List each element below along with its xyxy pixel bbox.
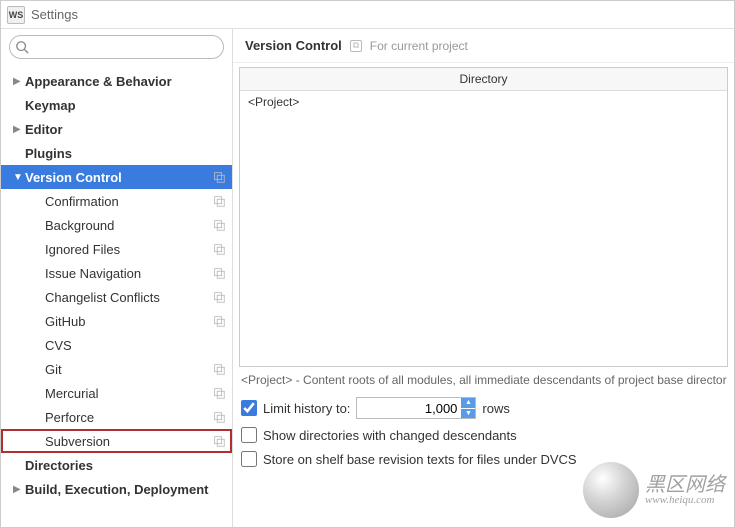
tree-item-label: Editor	[25, 122, 226, 137]
spinner-up-icon[interactable]: ▲	[461, 398, 475, 409]
copy-icon	[212, 386, 226, 400]
copy-icon	[212, 434, 226, 448]
tree-item-label: Changelist Conflicts	[45, 290, 212, 305]
settings-tree: ▶Appearance & BehaviorKeymap▶EditorPlugi…	[1, 65, 232, 527]
tree-item-build-execution-deployment[interactable]: ▶Build, Execution, Deployment	[1, 477, 232, 501]
tree-item-label: Build, Execution, Deployment	[25, 482, 226, 497]
scope-icon: ⧉	[350, 40, 362, 52]
chevron-right-icon: ▶	[13, 76, 25, 87]
tree-item-subversion[interactable]: Subversion	[1, 429, 232, 453]
copy-icon	[212, 194, 226, 208]
tree-item-editor[interactable]: ▶Editor	[1, 117, 232, 141]
chevron-down-icon: ▼	[13, 172, 25, 183]
show-dirs-label: Show directories with changed descendant…	[263, 428, 517, 443]
tree-item-issue-navigation[interactable]: Issue Navigation	[1, 261, 232, 285]
tree-item-label: Subversion	[45, 434, 212, 449]
show-dirs-checkbox[interactable]	[241, 427, 257, 443]
search-icon	[15, 40, 29, 54]
chevron-right-icon: ▶	[13, 484, 25, 495]
copy-icon	[212, 290, 226, 304]
tree-item-label: Version Control	[25, 170, 212, 185]
tree-item-perforce[interactable]: Perforce	[1, 405, 232, 429]
sidebar: ▶Appearance & BehaviorKeymap▶EditorPlugi…	[1, 29, 233, 527]
titlebar: WS Settings	[1, 1, 734, 29]
tree-item-confirmation[interactable]: Confirmation	[1, 189, 232, 213]
limit-history-checkbox[interactable]	[241, 400, 257, 416]
tree-item-ignored-files[interactable]: Ignored Files	[1, 237, 232, 261]
tree-item-background[interactable]: Background	[1, 213, 232, 237]
spinner-buttons[interactable]: ▲▼	[461, 398, 475, 418]
tree-item-label: Issue Navigation	[45, 266, 212, 281]
tree-item-directories[interactable]: Directories	[1, 453, 232, 477]
scope-label: For current project	[370, 39, 468, 53]
tree-item-label: Mercurial	[45, 386, 212, 401]
tree-item-label: Git	[45, 362, 212, 377]
page-title: Version Control	[245, 38, 342, 53]
tree-item-label: Background	[45, 218, 212, 233]
vcs-mapping-table[interactable]: Directory <Project>	[239, 67, 728, 367]
tree-item-label: Keymap	[25, 98, 226, 113]
store-shelf-label: Store on shelf base revision texts for f…	[263, 452, 577, 467]
tree-item-cvs[interactable]: CVS	[1, 333, 232, 357]
tree-item-label: Perforce	[45, 410, 212, 425]
table-row[interactable]: <Project>	[240, 91, 727, 113]
tree-item-git[interactable]: Git	[1, 357, 232, 381]
breadcrumb: Version Control ⧉ For current project	[233, 29, 734, 63]
table-hint: <Project> - Content roots of all modules…	[239, 367, 728, 393]
cell-directory: <Project>	[240, 91, 727, 113]
tree-item-mercurial[interactable]: Mercurial	[1, 381, 232, 405]
rows-label: rows	[482, 401, 509, 416]
copy-icon	[212, 218, 226, 232]
copy-icon	[212, 242, 226, 256]
copy-icon	[212, 266, 226, 280]
tree-item-label: GitHub	[45, 314, 212, 329]
tree-item-github[interactable]: GitHub	[1, 309, 232, 333]
search-input[interactable]	[9, 35, 224, 59]
tree-item-changelist-conflicts[interactable]: Changelist Conflicts	[1, 285, 232, 309]
ws-app-icon: WS	[7, 6, 25, 24]
limit-history-label: Limit history to:	[263, 401, 350, 416]
column-directory[interactable]: Directory	[240, 68, 727, 90]
limit-history-input[interactable]	[356, 397, 476, 419]
tree-item-label: Ignored Files	[45, 242, 212, 257]
store-shelf-checkbox[interactable]	[241, 451, 257, 467]
tree-item-label: Plugins	[25, 146, 226, 161]
tree-item-version-control[interactable]: ▼Version Control	[1, 165, 232, 189]
copy-icon	[212, 410, 226, 424]
tree-item-label: Directories	[25, 458, 226, 473]
tree-item-label: CVS	[45, 338, 226, 353]
tree-item-label: Confirmation	[45, 194, 212, 209]
spinner-down-icon[interactable]: ▼	[461, 409, 475, 419]
tree-item-appearance-behavior[interactable]: ▶Appearance & Behavior	[1, 69, 232, 93]
chevron-right-icon: ▶	[13, 124, 25, 135]
window-title: Settings	[31, 7, 78, 22]
copy-icon	[212, 314, 226, 328]
main-panel: Version Control ⧉ For current project Di…	[233, 29, 734, 527]
tree-item-plugins[interactable]: Plugins	[1, 141, 232, 165]
copy-icon	[212, 170, 226, 184]
tree-item-label: Appearance & Behavior	[25, 74, 226, 89]
copy-icon	[212, 362, 226, 376]
tree-item-keymap[interactable]: Keymap	[1, 93, 232, 117]
